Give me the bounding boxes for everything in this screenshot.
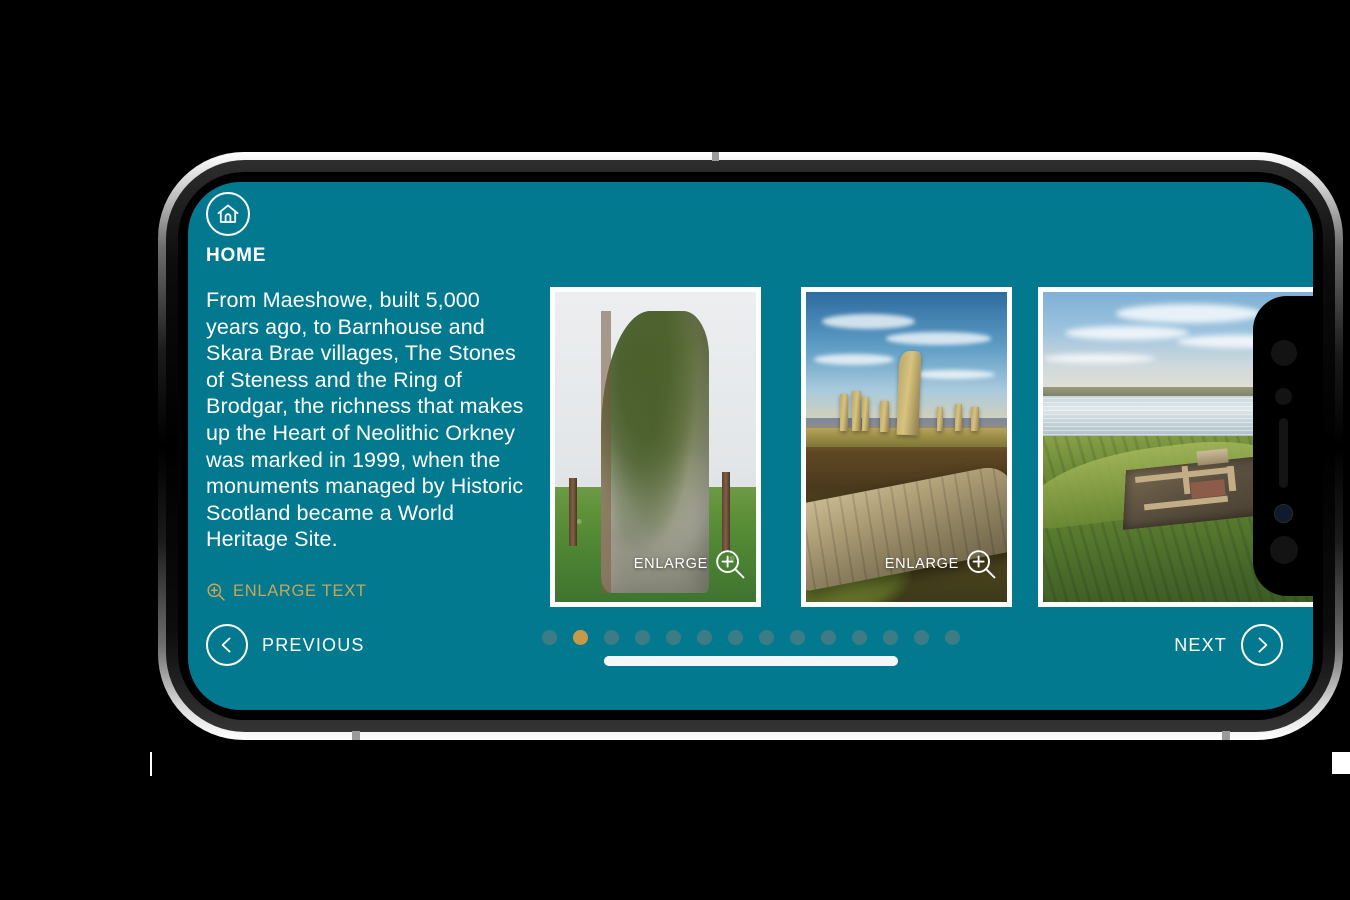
pagination-dot-4[interactable] <box>634 630 650 645</box>
pagination-dot-6[interactable] <box>696 630 712 645</box>
app-content: HOME From Maeshowe, built 5,000 years ag… <box>188 182 1313 710</box>
phone-device-frame: HOME From Maeshowe, built 5,000 years ag… <box>158 152 1343 740</box>
next-label: NEXT <box>1174 634 1227 655</box>
pagination-dot-5[interactable] <box>665 630 681 645</box>
antenna-line-bottom-left <box>352 731 360 740</box>
photo-ring-of-brodgar: ENLARGE <box>806 292 1007 602</box>
pagination-dot-10[interactable] <box>820 630 836 645</box>
pagination-dot-7[interactable] <box>727 630 743 645</box>
image-gallery: ENLARGE ENLARGE <box>550 287 1313 607</box>
pagination-dot-1[interactable] <box>541 630 557 645</box>
pagination-dot-8[interactable] <box>758 630 774 645</box>
magnifier-plus-icon <box>206 582 226 602</box>
pagination-dot-13[interactable] <box>913 630 929 645</box>
phone-notch <box>1253 296 1313 596</box>
home-button[interactable]: HOME <box>206 192 316 267</box>
pagination-dot-3[interactable] <box>603 630 619 645</box>
enlarge-button-1[interactable]: ENLARGE <box>634 548 746 580</box>
text-column: From Maeshowe, built 5,000 years ago, to… <box>206 287 526 602</box>
previous-button[interactable]: PREVIOUS <box>206 624 365 666</box>
scroll-thumb[interactable] <box>603 656 898 666</box>
photo-standing-stone: ENLARGE <box>555 292 756 602</box>
gallery-card-standing-stone[interactable]: ENLARGE <box>550 287 761 607</box>
front-camera-icon <box>1271 340 1297 366</box>
chevron-right-icon <box>1241 624 1283 666</box>
enlarge-label-1: ENLARGE <box>633 556 708 572</box>
bottom-navigation: PREVIOUS NEXT <box>188 602 1313 710</box>
home-label: HOME <box>206 245 267 266</box>
enlarge-text-button[interactable]: ENLARGE TEXT <box>206 582 526 602</box>
magnifier-plus-icon <box>965 548 997 580</box>
screenshot-stage: HOME From Maeshowe, built 5,000 years ag… <box>0 0 1350 900</box>
pagination-dot-14[interactable] <box>944 630 960 645</box>
earpiece-speaker <box>1279 418 1288 488</box>
content-area: From Maeshowe, built 5,000 years ago, to… <box>206 287 1313 607</box>
dot-projector-icon <box>1270 536 1298 564</box>
pagination-dots <box>541 630 960 645</box>
home-icon <box>206 192 250 236</box>
enlarge-label-2: ENLARGE <box>884 556 959 572</box>
frame-marker-left <box>150 752 152 776</box>
pagination-dot-9[interactable] <box>789 630 805 645</box>
frame-marker-right <box>1332 752 1350 774</box>
antenna-line-bottom-right <box>1222 731 1230 740</box>
scroll-track[interactable] <box>603 656 898 666</box>
gallery-card-ring-of-brodgar[interactable]: ENLARGE <box>801 287 1012 607</box>
enlarge-text-label: ENLARGE TEXT <box>233 582 367 601</box>
phone-screen: HOME From Maeshowe, built 5,000 years ag… <box>188 182 1313 710</box>
previous-label: PREVIOUS <box>262 634 365 655</box>
antenna-line-top <box>712 152 719 161</box>
pagination-dot-2[interactable] <box>572 630 588 645</box>
magnifier-plus-icon <box>714 548 746 580</box>
chevron-left-icon <box>206 624 248 666</box>
pagination-dot-12[interactable] <box>882 630 898 645</box>
enlarge-button-2[interactable]: ENLARGE <box>885 548 997 580</box>
ambient-sensor-icon <box>1274 504 1293 523</box>
proximity-sensor-icon <box>1275 388 1292 405</box>
next-button[interactable]: NEXT <box>1174 624 1283 666</box>
pagination-dot-11[interactable] <box>851 630 867 645</box>
body-paragraph: From Maeshowe, built 5,000 years ago, to… <box>206 288 524 552</box>
